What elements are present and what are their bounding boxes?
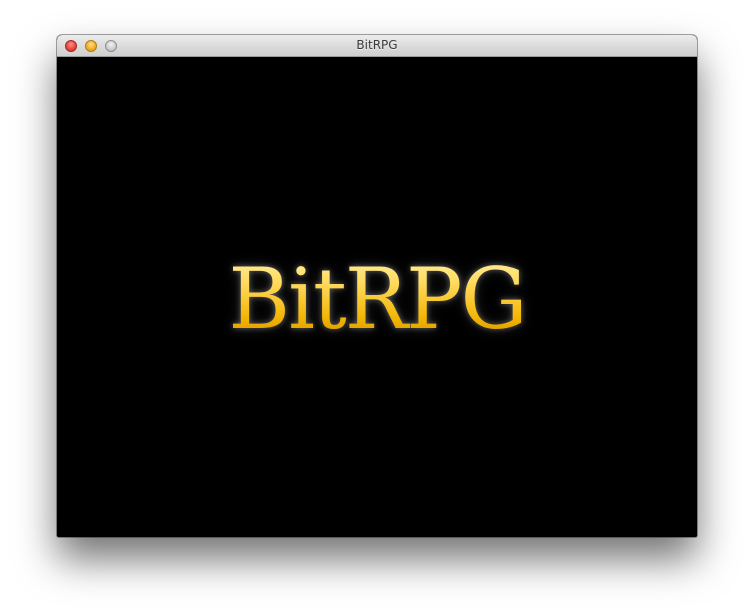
game-logo: BitRPG — [57, 249, 697, 349]
title-bar[interactable]: BitRPG — [57, 35, 697, 57]
app-window: BitRPG BitRPG — [57, 35, 697, 537]
game-canvas[interactable]: BitRPG — [57, 57, 697, 537]
window-title: BitRPG — [356, 38, 398, 52]
